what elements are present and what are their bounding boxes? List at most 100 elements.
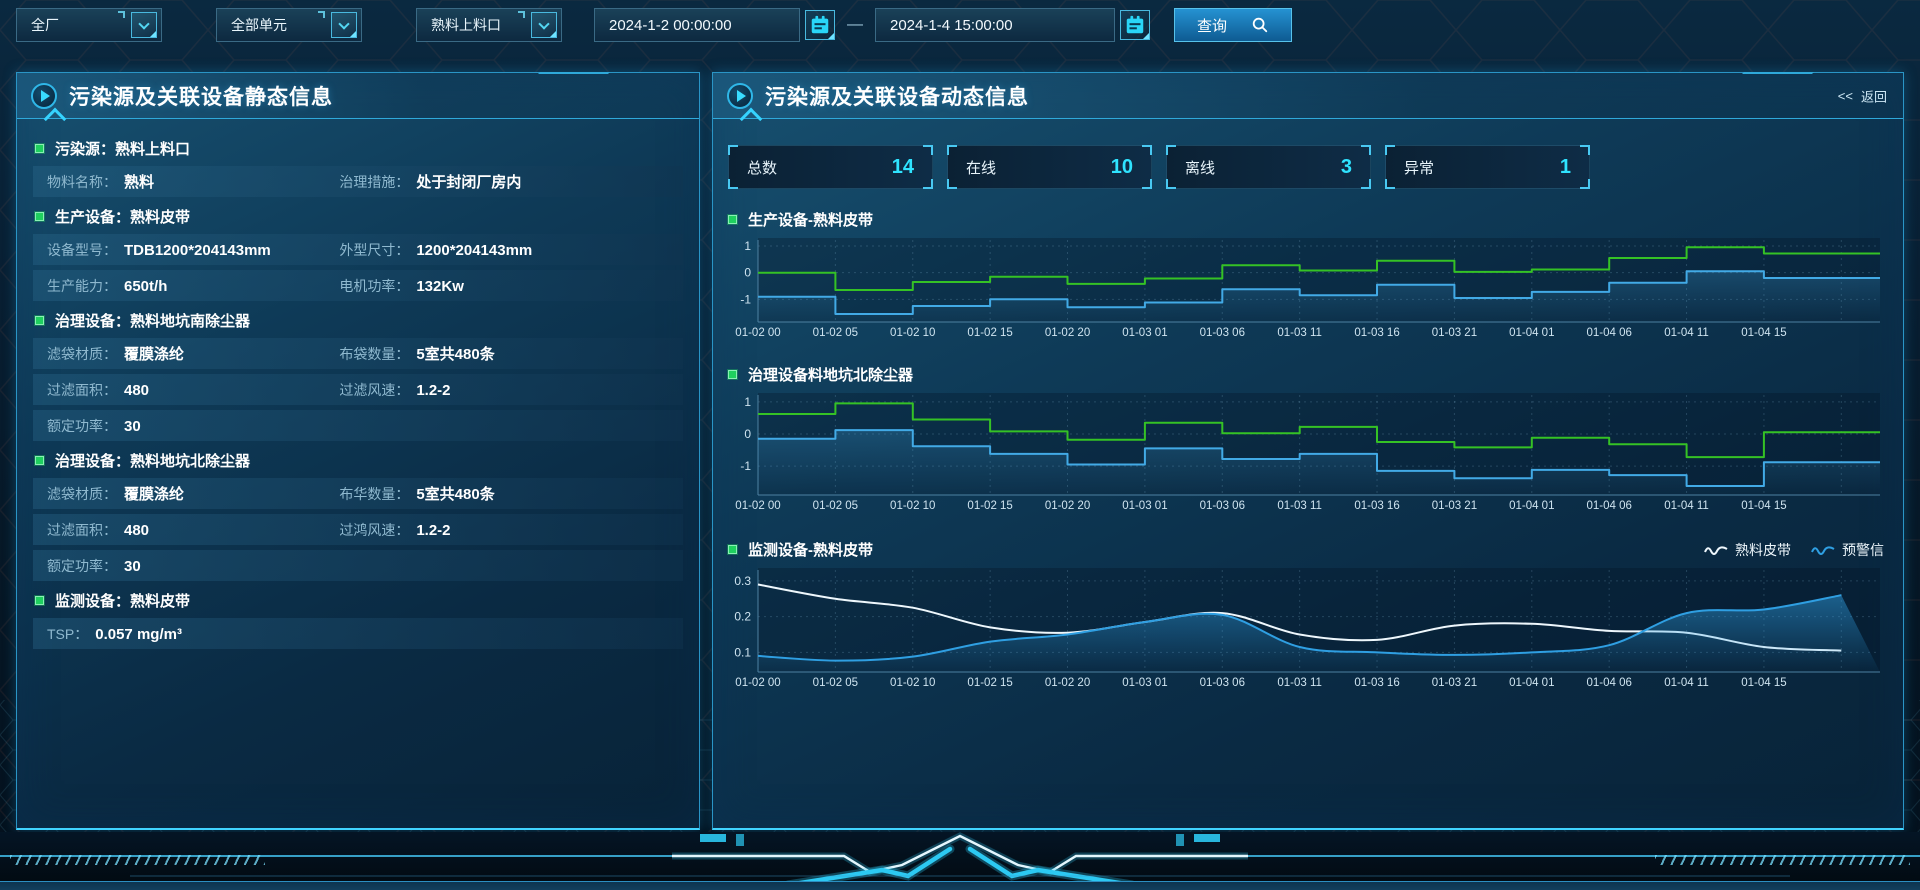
info-label: 物料名称： (47, 172, 117, 192)
info-cell: 滤袋材质：覆膜涤纶 (47, 483, 339, 504)
chevron-down-icon[interactable] (531, 12, 557, 38)
static-info-title: 污染源及关联设备静态信息 (69, 81, 333, 111)
info-value: 5室共480条 (416, 343, 494, 364)
chart-title-row: 监测设备-熟料皮带熟料皮带预警信 (728, 539, 1888, 560)
svg-text:01-03 06: 01-03 06 (1200, 677, 1245, 689)
info-value: 132Kw (416, 278, 464, 295)
svg-text:01-03 11: 01-03 11 (1277, 500, 1322, 512)
corner-bracket-decoration (728, 145, 738, 155)
svg-text:01-02 00: 01-02 00 (735, 327, 780, 339)
source-select[interactable]: 熟料上料口 (416, 8, 562, 42)
svg-text:01-04 11: 01-04 11 (1664, 677, 1709, 689)
square-bullet-icon (35, 212, 44, 221)
info-label: 设备型号： (47, 240, 117, 260)
info-row: 过滤面积：480过滤风速：1.2-2 (33, 374, 683, 405)
info-value: 覆膜涤纶 (124, 483, 184, 504)
section-header: 治理设备：熟料地坑北除尘器 (35, 450, 683, 471)
square-bullet-icon (35, 144, 44, 153)
back-button-label: 返回 (1861, 86, 1887, 105)
dynamic-info-panel: 污染源及关联设备动态信息 << 返回 总数14在线10离线3异常1 生产设备-熟… (712, 72, 1904, 830)
corner-bracket-decoration (947, 179, 957, 189)
section-header: 污染源：熟料上料口 (35, 138, 683, 159)
svg-text:0: 0 (744, 427, 751, 441)
info-label: 布华数量： (339, 484, 409, 504)
svg-text:01-04 06: 01-04 06 (1586, 677, 1631, 689)
svg-text:01-03 16: 01-03 16 (1354, 677, 1399, 689)
date-range-separator: — (847, 16, 863, 34)
svg-text:01-03 21: 01-03 21 (1432, 677, 1477, 689)
square-bullet-icon (35, 456, 44, 465)
svg-text:01-02 15: 01-02 15 (967, 327, 1012, 339)
corner-bracket-decoration (1166, 145, 1176, 155)
section-header-text: 生产设备：熟料皮带 (55, 206, 190, 227)
svg-text:01-03 01: 01-03 01 (1122, 327, 1167, 339)
section-header: 生产设备：熟料皮带 (35, 206, 683, 227)
square-bullet-icon (728, 215, 737, 224)
section-header-text: 监测设备：熟料皮带 (55, 590, 190, 611)
info-value: 650t/h (124, 278, 167, 295)
square-bullet-icon (35, 316, 44, 325)
search-button[interactable]: 查询 (1174, 8, 1292, 42)
info-cell: 额定功率：30 (47, 556, 339, 576)
corner-bracket-decoration (728, 179, 738, 189)
info-cell: 设备型号：TDB1200*204143mm (47, 240, 339, 260)
back-button[interactable]: << 返回 (1838, 86, 1887, 105)
corner-bracket-decoration (1385, 145, 1395, 155)
svg-text:01-04 11: 01-04 11 (1664, 327, 1709, 339)
svg-text:01-03 01: 01-03 01 (1122, 500, 1167, 512)
svg-text:01-04 15: 01-04 15 (1741, 677, 1786, 689)
info-cell: 布华数量： 5室共480条 (339, 483, 669, 504)
stat-value: 14 (892, 156, 914, 179)
stat-label: 在线 (966, 157, 996, 178)
source-select-value: 熟料上料口 (431, 15, 501, 35)
calendar-icon[interactable] (1120, 10, 1150, 40)
info-label: 额定功率： (47, 556, 117, 576)
svg-text:01-02 00: 01-02 00 (735, 677, 780, 689)
corner-bracket-decoration (1580, 145, 1590, 155)
info-row: 生产能力：650t/h电机功率：132Kw (33, 270, 683, 301)
info-value: 5室共480条 (416, 483, 494, 504)
svg-text:01-03 06: 01-03 06 (1200, 327, 1245, 339)
dynamic-info-panel-header: 污染源及关联设备动态信息 << 返回 (713, 73, 1903, 119)
corner-bracket-decoration (1580, 179, 1590, 189)
info-row: 滤袋材质：覆膜涤纶布华数量： 5室共480条 (33, 478, 683, 509)
info-cell: 过鸿风速：1.2-2 (339, 520, 669, 540)
info-label: 过鸿风速： (339, 520, 409, 540)
svg-text:0.2: 0.2 (734, 610, 751, 624)
info-cell: 滤袋材质：覆膜涤纶 (47, 343, 339, 364)
section-header-text: 治理设备：熟料地坑南除尘器 (55, 310, 250, 331)
unit-select[interactable]: 全部单元 (216, 8, 362, 42)
info-cell: 过滤风速：1.2-2 (339, 380, 669, 400)
chart-canvas-2: 0.30.20.101-02 0001-02 0501-02 1001-02 1… (728, 566, 1886, 690)
svg-text:01-02 15: 01-02 15 (967, 500, 1012, 512)
info-row: 额定功率：30 (33, 550, 683, 581)
calendar-icon[interactable] (805, 10, 835, 40)
stat-label: 异常 (1404, 157, 1434, 178)
corner-bracket-decoration (923, 179, 933, 189)
info-cell: 过滤面积：480 (47, 380, 339, 400)
svg-text:0: 0 (744, 266, 751, 280)
info-label: 治理措施： (339, 172, 409, 192)
svg-text:-1: -1 (740, 459, 751, 473)
info-value: 处于封闭厂房内 (416, 171, 521, 192)
hatch-stripes-right (1655, 855, 1910, 865)
svg-text:01-03 01: 01-03 01 (1122, 677, 1167, 689)
legend-item: 熟料皮带 (1704, 540, 1791, 560)
chevron-down-icon[interactable] (331, 12, 357, 38)
footer-bottom-strip (0, 881, 1920, 890)
corner-bracket-decoration (1142, 179, 1152, 189)
svg-text:01-02 05: 01-02 05 (813, 327, 858, 339)
svg-text:01-02 15: 01-02 15 (967, 677, 1012, 689)
date-to-input[interactable]: 2024-1-4 15:00:00 (875, 8, 1115, 42)
svg-text:01-02 10: 01-02 10 (890, 500, 935, 512)
svg-text:01-04 01: 01-04 01 (1509, 500, 1554, 512)
legend-label: 预警信 (1842, 540, 1884, 560)
svg-text:01-04 11: 01-04 11 (1664, 500, 1709, 512)
section-header: 监测设备：熟料皮带 (35, 590, 683, 611)
date-from-input[interactable]: 2024-1-2 00:00:00 (594, 8, 800, 42)
chart-canvas-0: 10-101-02 0001-02 0501-02 1001-02 1501-0… (728, 236, 1886, 340)
footer-decoration (0, 832, 1920, 890)
plant-select[interactable]: 全厂 (16, 8, 162, 42)
corner-bracket-decoration (1385, 179, 1395, 189)
chevron-down-icon[interactable] (131, 12, 157, 38)
